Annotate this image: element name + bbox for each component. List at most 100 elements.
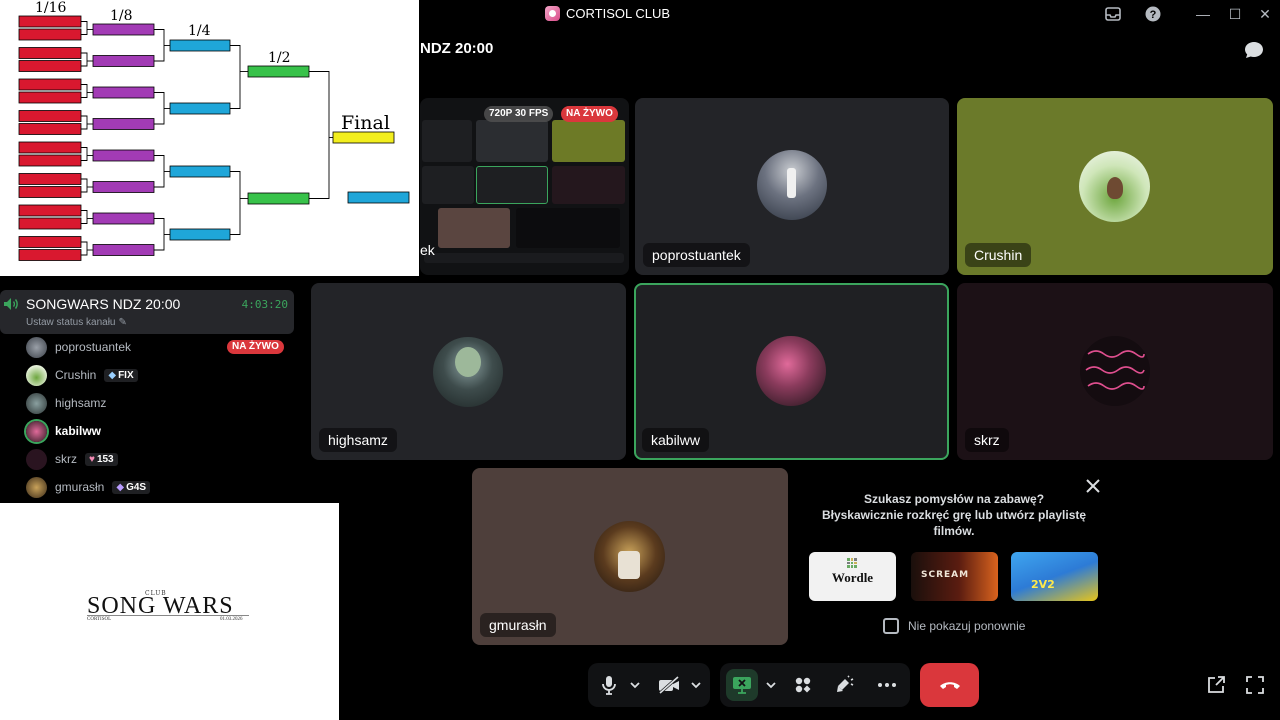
participant-name: skrz [965,428,1009,452]
bracket-connector [154,92,165,125]
participant-tile[interactable]: Crushin [957,98,1273,275]
participant-tile[interactable]: highsamz [311,283,626,460]
bracket-slot-r32 [18,249,82,261]
avatar [433,337,503,407]
gem-icon: ◆ [116,481,125,493]
bracket-drawing [18,15,410,261]
svg-text:?: ? [1150,9,1157,21]
fullscreen-icon[interactable] [1245,675,1265,695]
participant-tile[interactable]: skrz [957,283,1273,460]
bracket-connector [154,155,165,188]
bracket-slot-r32 [18,154,82,167]
avatar [26,448,47,470]
mic-options-button[interactable] [626,663,644,707]
stream-tile[interactable]: 720P 30 FPS NA ŻYWO ek [420,98,629,275]
screen-share-options-button[interactable] [762,663,780,707]
voice-member[interactable]: poprostuantek [26,336,131,358]
audio-video-controls [588,663,710,707]
bracket-connector [81,21,88,35]
bracket-connector [81,147,88,161]
soundboard-button[interactable] [832,663,858,707]
bracket-slot-r32 [18,60,82,72]
avatar [757,150,827,220]
camera-options-button[interactable] [687,663,705,707]
member-name: kabilww [55,424,102,438]
avatar [26,420,47,442]
app-title-text: CORTISOL CLUB [566,6,671,21]
inbox-icon[interactable] [1104,5,1122,23]
logo-date: 01.03.2026 [220,617,243,622]
logo-divider [87,615,249,616]
camera-button[interactable] [656,663,682,707]
participant-tile[interactable]: poprostuantek [635,98,949,275]
server-logo-icon [545,6,560,21]
voice-member[interactable]: skrz ♥ 153 [26,448,118,470]
activity-controls [720,663,910,707]
bracket-slot-qf [169,165,231,178]
app-title: CORTISOL CLUB [545,6,670,21]
voice-member[interactable]: gmurasłn ◆ G4S [26,476,151,498]
popup-line-2: Błyskawicznie rozkręć grę lub utwórz pla… [821,508,1087,538]
activity-card-scream[interactable]: SCREAM [911,552,998,601]
bracket-connector [230,171,241,235]
voice-member[interactable]: Crushin ◆ FIX [26,364,138,386]
avatar [26,476,47,498]
stream-preview-panel [552,120,625,162]
bracket-slot-r32 [18,173,82,185]
bracket-connector [81,178,88,193]
maximize-button[interactable]: ☐ [1225,4,1245,24]
bracket-slot-r32 [18,236,82,248]
activity-card-wordle[interactable]: Wordle [809,552,896,601]
more-options-button[interactable] [874,663,900,707]
call-timer: 4:03:20 [241,298,288,311]
game-title: Wordle [831,570,874,585]
bracket-slot-r32 [18,217,82,230]
bracket-slot-r32 [18,204,82,217]
bracket-connector [154,218,165,251]
participant-tile-speaking[interactable]: kabilww [634,283,949,460]
leave-call-button[interactable] [920,663,979,707]
minimize-button[interactable]: — [1193,4,1213,24]
channel-status-text: Ustaw status kanału [26,317,116,328]
chat-bubble-icon[interactable] [1244,41,1264,59]
member-name: highsamz [55,396,107,410]
member-name: Crushin [55,368,97,382]
stream-preview-panel [476,120,548,162]
bracket-connector [154,29,165,62]
bracket-connector [309,71,330,199]
voice-member[interactable]: highsamz [26,392,106,414]
avatar [26,364,47,386]
channel-header-title: NDZ 20:00 [420,40,494,57]
bracket-slot-r32 [18,28,82,41]
bracket-slot-r16 [92,212,155,225]
member-name: skrz [55,452,77,466]
guild-tag-text: FIX [118,369,134,381]
bracket-slot-sf [247,65,310,78]
resolution-badge: 720P 30 FPS [484,106,554,122]
popout-icon[interactable] [1206,675,1226,695]
member-name: poprostuantek [55,340,132,354]
screen-share-button[interactable] [726,669,758,701]
soundboard-icon [837,675,854,692]
voice-channel-item[interactable]: SONGWARS NDZ 20:00 4:03:20 Ustaw status … [0,290,294,334]
stream-preview-panel [516,208,620,248]
heart-icon: ♥ [89,453,95,465]
avatar [756,336,826,406]
activities-button[interactable] [790,663,816,707]
bracket-slot-r16 [92,118,155,130]
hang-up-icon [939,682,960,689]
voice-member-speaking[interactable]: kabilww [26,420,101,442]
dont-show-again-row[interactable]: Nie pokazuj ponownie [883,618,1025,634]
help-icon[interactable]: ? [1144,5,1162,23]
close-window-button[interactable]: ✕ [1255,4,1275,24]
microphone-button[interactable] [596,663,622,707]
dont-show-again-checkbox[interactable] [883,618,899,634]
round-label-final: Final [341,112,390,134]
channel-status-hint[interactable]: Ustaw status kanału ✎ [26,317,127,328]
activity-card-2v2[interactable]: 2V2 [1011,552,1098,601]
participant-tile[interactable]: gmurasłn [472,468,788,645]
bracket-slot-extra [347,191,410,204]
voice-channel-name: SONGWARS NDZ 20:00 [26,296,181,312]
bracket-slot-r32 [18,123,82,135]
tournament-bracket: 1/16 1/8 1/4 1/2 Final [0,0,419,276]
